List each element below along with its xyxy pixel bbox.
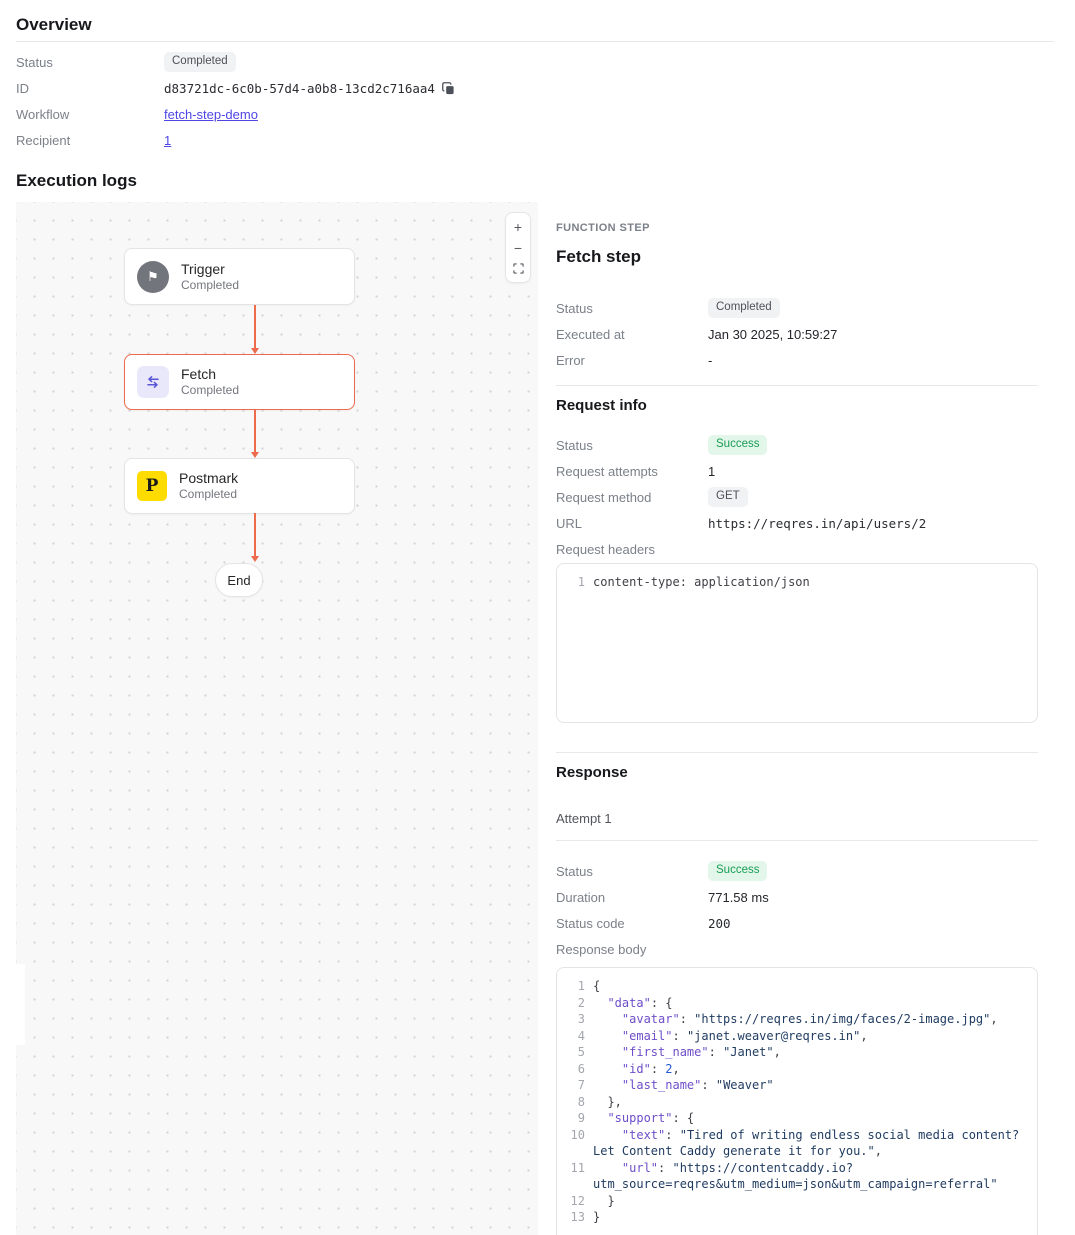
row-duration: Duration 771.58 ms — [556, 884, 1038, 910]
step-detail-panel: FUNCTION STEP Fetch step Status Complete… — [556, 202, 1038, 1235]
zoom-out-button[interactable]: − — [508, 237, 528, 258]
node-status: Completed — [179, 487, 238, 502]
overview-row-recipient: Recipient 1 — [16, 127, 1054, 153]
canvas-edge-patch — [16, 964, 25, 1045]
node-title: Fetch — [181, 366, 239, 383]
edge-fetch-postmark — [254, 409, 256, 453]
step-title: Fetch step — [556, 248, 1038, 266]
node-status: Completed — [181, 383, 239, 398]
status-badge: Completed — [164, 52, 236, 72]
node-end[interactable]: End — [215, 563, 263, 597]
row-request-attempts: Request attempts 1 — [556, 458, 1038, 484]
workflow-link[interactable]: fetch-step-demo — [164, 107, 258, 122]
workflow-label: Workflow — [16, 107, 164, 122]
row-error: Error - — [556, 347, 1038, 373]
main-split: + − ⚑ Trigger Completed — [0, 202, 1075, 1235]
execution-logs-title: Execution logs — [16, 172, 1054, 190]
divider — [556, 385, 1038, 386]
row-request-method: Request method GET — [556, 484, 1038, 510]
attempt-label: Attempt 1 — [556, 812, 1038, 841]
copy-id-button[interactable] — [441, 80, 457, 96]
request-method-badge: GET — [708, 487, 748, 507]
row-request-status: Status Success — [556, 432, 1038, 458]
node-postmark[interactable]: P Postmark Completed — [124, 458, 355, 514]
overview-row-id: ID d83721dc-6c0b-57d4-a0b8-13cd2c716aa4 — [16, 75, 1054, 101]
step-type-kicker: FUNCTION STEP — [556, 223, 1038, 234]
step-meta-rows: Status Completed Executed at Jan 30 2025… — [556, 295, 1038, 373]
fit-view-icon — [513, 263, 524, 274]
node-title: Trigger — [181, 261, 239, 278]
edge-trigger-fetch — [254, 305, 256, 349]
request-attempts-value: 1 — [708, 464, 715, 479]
overview-section: Overview Status Completed ID d83721dc-6c… — [0, 0, 1075, 190]
postmark-logo-icon: P — [137, 471, 167, 501]
row-step-status: Status Completed — [556, 295, 1038, 321]
duration-value: 771.58 ms — [708, 890, 769, 905]
request-headers-code-block[interactable]: 1content-type: application/json — [556, 563, 1038, 723]
overview-title: Overview — [16, 16, 1054, 34]
zoom-in-button[interactable]: + — [508, 216, 528, 237]
execution-detail-page: Overview Status Completed ID d83721dc-6c… — [0, 0, 1075, 1235]
id-label: ID — [16, 81, 164, 96]
flag-icon: ⚑ — [137, 261, 169, 293]
node-fetch[interactable]: Fetch Completed — [124, 354, 355, 410]
executed-at-value: Jan 30 2025, 10:59:27 — [708, 327, 837, 342]
node-trigger[interactable]: ⚑ Trigger Completed — [124, 248, 355, 305]
row-request-url: URL https://reqres.in/api/users/2 — [556, 510, 1038, 536]
overview-row-status: Status Completed — [16, 49, 1054, 75]
transaction-id: d83721dc-6c0b-57d4-a0b8-13cd2c716aa4 — [164, 81, 435, 96]
row-response-status: Status Success — [556, 858, 1038, 884]
divider — [556, 752, 1038, 753]
response-body-code-block[interactable]: 1{2 "data": {3 "avatar": "https://reqres… — [556, 967, 1038, 1235]
swap-arrows-icon — [137, 366, 169, 398]
row-response-body: Response body — [556, 936, 1038, 962]
edge-postmark-end — [254, 513, 256, 557]
request-info-rows: Status Success Request attempts 1 Reques… — [556, 432, 1038, 562]
response-status-badge: Success — [708, 861, 767, 881]
step-status-badge: Completed — [708, 298, 780, 318]
fit-view-button[interactable] — [508, 258, 528, 279]
canvas-controls: + − — [505, 212, 531, 283]
row-status-code: Status code 200 — [556, 910, 1038, 936]
error-value: - — [708, 353, 712, 368]
request-url-value: https://reqres.in/api/users/2 — [708, 516, 926, 531]
copy-icon — [442, 82, 455, 95]
overview-rows: Status Completed ID d83721dc-6c0b-57d4-a… — [16, 42, 1054, 153]
response-rows: Status Success Duration 771.58 ms Status… — [556, 858, 1038, 962]
request-info-title: Request info — [556, 398, 1038, 414]
recipient-link[interactable]: 1 — [164, 133, 171, 148]
recipient-label: Recipient — [16, 133, 164, 148]
row-request-headers: Request headers — [556, 536, 1038, 562]
overview-row-workflow: Workflow fetch-step-demo — [16, 101, 1054, 127]
request-status-badge: Success — [708, 435, 767, 455]
status-label: Status — [16, 55, 164, 70]
status-code-value: 200 — [708, 916, 731, 931]
workflow-canvas[interactable]: + − ⚑ Trigger Completed — [16, 202, 538, 1235]
node-title: Postmark — [179, 470, 238, 487]
node-status: Completed — [181, 278, 239, 293]
row-executed-at: Executed at Jan 30 2025, 10:59:27 — [556, 321, 1038, 347]
response-title: Response — [556, 765, 1038, 781]
